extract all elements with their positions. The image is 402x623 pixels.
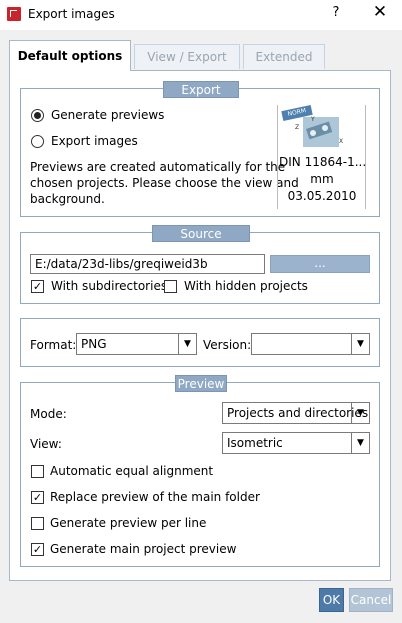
close-button[interactable]: ✕	[369, 2, 391, 22]
generate-preview-per-line-label: Generate preview per line	[50, 516, 207, 530]
mode-value: Projects and directories	[227, 406, 369, 420]
version-label: Version:	[203, 338, 252, 352]
window-title: Export images	[28, 7, 115, 21]
export-images-label: Export images	[51, 134, 138, 148]
format-value: PNG	[81, 337, 107, 351]
replace-preview-main-folder-label: Replace preview of the main folder	[50, 490, 260, 504]
generate-previews-label: Generate previews	[51, 108, 165, 122]
generate-preview-per-line-checkbox[interactable]	[31, 517, 44, 530]
view-value: Isometric	[227, 436, 283, 450]
replace-preview-main-folder-checkbox[interactable]: ✓	[31, 491, 44, 504]
browse-button[interactable]: ...	[270, 255, 370, 273]
project-thumbnail: NORM Z Y X	[281, 104, 345, 153]
tab-default-options[interactable]: Default options	[9, 40, 131, 71]
export-mode-description-line-1: Previews are created automatically for t…	[30, 160, 286, 174]
export-images-radio[interactable]	[31, 135, 44, 148]
export-mode-description-line-2: chosen projects. Please choose the view …	[30, 176, 299, 190]
with-subdirectories-checkbox[interactable]: ✓	[31, 280, 44, 293]
source-path-input[interactable]: E:/data/23d-libs/greqiweid3b	[30, 254, 265, 274]
with-subdirectories-label: With subdirectories	[51, 279, 168, 293]
generate-main-project-preview-checkbox[interactable]: ✓	[31, 543, 44, 556]
title-bar: Export images ? ✕	[0, 0, 402, 30]
ok-button[interactable]: OK	[319, 588, 344, 612]
mode-select[interactable]: Projects and directories ▼	[222, 402, 370, 424]
preview-project-name: DIN 11864-1...	[279, 155, 367, 169]
with-hidden-projects-label: With hidden projects	[184, 279, 308, 293]
automatic-equal-alignment-checkbox[interactable]	[31, 465, 44, 478]
automatic-equal-alignment-label: Automatic equal alignment	[50, 464, 214, 478]
export-mode-group: Export mode Generate previews Export ima…	[20, 81, 380, 217]
chevron-down-icon: ▼	[351, 334, 369, 354]
generate-previews-radio[interactable]	[31, 109, 44, 122]
svg-text:Y: Y	[310, 116, 315, 123]
preview-project-unit: mm	[310, 172, 334, 186]
app-icon	[7, 7, 21, 21]
with-hidden-projects-checkbox[interactable]	[164, 280, 177, 293]
source-directory-legend: Source directory	[152, 225, 250, 258]
chevron-down-icon: ▼	[351, 433, 369, 453]
preview-project-date: 03.05.2010	[287, 189, 357, 203]
view-select[interactable]: Isometric ▼	[222, 432, 370, 454]
format-select[interactable]: PNG ▼	[76, 333, 197, 355]
help-button[interactable]: ?	[327, 5, 345, 20]
format-label: Format:	[30, 338, 77, 352]
preview-divider-left	[277, 105, 278, 209]
view-label: View:	[30, 437, 62, 451]
preview-group: Preview Mode: Projects and directories ▼…	[20, 375, 380, 567]
format-group: Format: PNG ▼ Version: ▼	[20, 318, 380, 367]
chevron-down-icon: ▼	[351, 403, 369, 423]
export-mode-description-line-3: background.	[30, 192, 105, 206]
export-mode-legend: Export mode	[163, 81, 239, 114]
chevron-down-icon: ▼	[178, 334, 196, 354]
tab-view-export[interactable]: View / Export	[134, 44, 240, 69]
mode-label: Mode:	[30, 407, 67, 421]
svg-text:Z: Z	[295, 124, 299, 131]
cancel-button[interactable]: Cancel	[349, 588, 393, 612]
part-preview-icon: Z Y X	[295, 116, 343, 147]
version-select[interactable]: ▼	[251, 333, 370, 355]
tab-extended[interactable]: Extended	[243, 44, 325, 69]
svg-text:X: X	[339, 138, 343, 145]
generate-main-project-preview-label: Generate main project preview	[50, 542, 237, 556]
preview-legend: Preview	[175, 375, 227, 392]
source-directory-group: Source directory E:/data/23d-libs/greqiw…	[20, 225, 380, 304]
